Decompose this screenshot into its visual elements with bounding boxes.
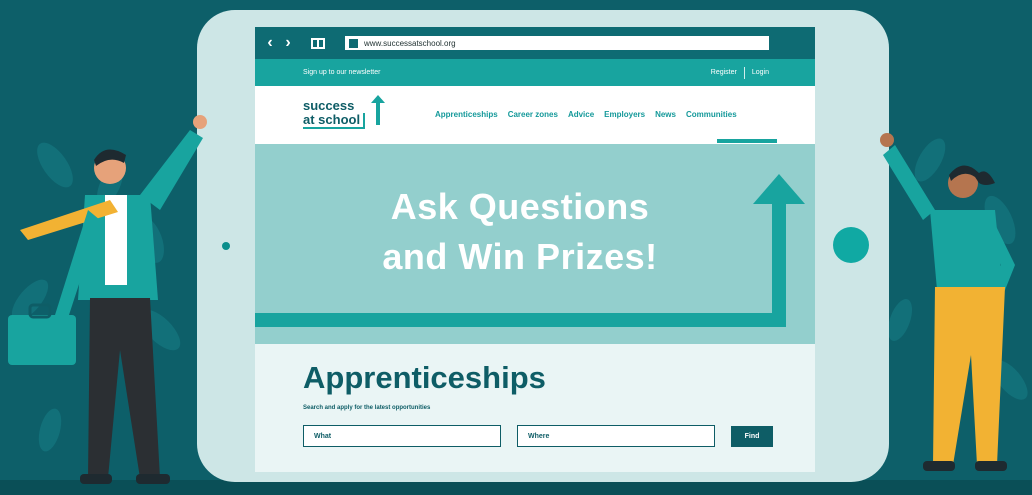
url-text: www.successatschool.org — [364, 38, 456, 48]
nav-advice[interactable]: Advice — [568, 110, 594, 119]
nav-career-zones[interactable]: Career zones — [508, 110, 558, 119]
logo-line2: at school — [303, 113, 366, 129]
account-links: Register Login — [711, 66, 769, 79]
logo-arrow-icon — [371, 95, 385, 125]
site-logo[interactable]: success at school — [303, 95, 385, 129]
hero-title-line1: Ask Questions — [390, 186, 650, 227]
man-illustration — [8, 115, 207, 484]
tablet-home-button[interactable] — [833, 227, 869, 263]
hero-banner: Ask Questions and Win Prizes! — [255, 144, 815, 344]
tabs-icon[interactable] — [311, 37, 325, 49]
login-link[interactable]: Login — [752, 69, 769, 76]
newsletter-link[interactable]: Sign up to our newsletter — [303, 69, 380, 76]
divider — [743, 66, 745, 79]
nav-communities[interactable]: Communities — [686, 110, 737, 119]
back-arrow-icon[interactable]: ‹ — [261, 34, 279, 52]
site-header: success at school Apprenticeships Career… — [255, 86, 815, 144]
find-button[interactable]: Find — [731, 426, 773, 447]
camera-dot — [222, 242, 230, 250]
browser-toolbar: ‹ › www.successatschool.org — [255, 27, 815, 59]
nav-employers[interactable]: Employers — [604, 110, 645, 119]
section-subtitle: Search and apply for the latest opportun… — [303, 405, 431, 411]
tablet-frame: ‹ › www.successatschool.org Sign up to o… — [197, 10, 889, 482]
nav-apprenticeships[interactable]: Apprenticeships — [435, 110, 498, 119]
main-nav: Apprenticeships Career zones Advice Empl… — [435, 110, 747, 119]
active-nav-indicator — [717, 139, 777, 143]
logo-line1: success — [303, 98, 355, 113]
nav-news[interactable]: News — [655, 110, 676, 119]
where-input[interactable]: Where — [517, 425, 715, 447]
favicon-icon — [349, 38, 358, 48]
what-input[interactable]: What — [303, 425, 501, 447]
hero-title-line2: and Win Prizes! — [382, 236, 658, 277]
forward-arrow-icon[interactable]: › — [279, 34, 297, 52]
top-strip: Sign up to our newsletter Register Login — [255, 59, 815, 86]
search-section: Apprenticeships Search and apply for the… — [255, 344, 815, 472]
address-bar[interactable]: www.successatschool.org — [345, 36, 769, 50]
hero-title: Ask Questions and Win Prizes! — [255, 182, 785, 282]
browser-screen: ‹ › www.successatschool.org Sign up to o… — [255, 27, 815, 472]
section-title: Apprenticeships — [303, 360, 546, 395]
woman-illustration — [880, 133, 1015, 471]
register-link[interactable]: Register — [711, 69, 737, 76]
